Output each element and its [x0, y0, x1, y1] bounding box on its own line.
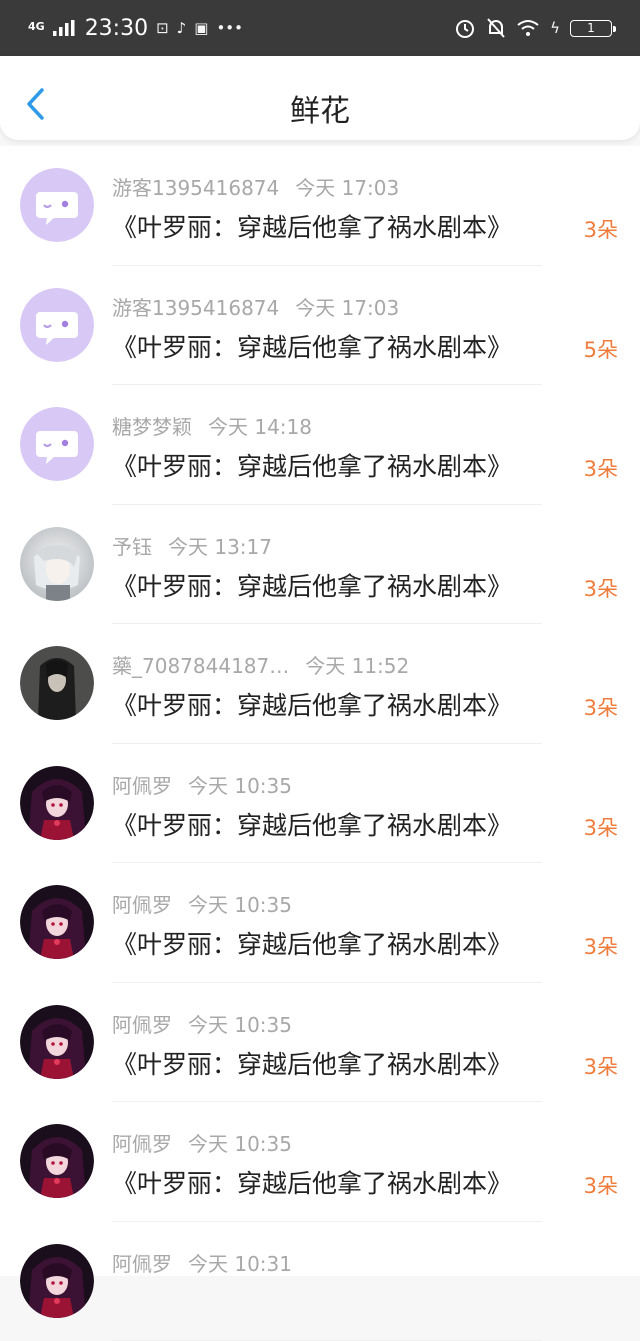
flower-count: 3朵	[584, 1170, 618, 1200]
flower-count: 3朵	[584, 214, 618, 244]
book-title: 《叶罗丽：穿越后他拿了祸水剧本》	[112, 208, 512, 244]
flower-count: 3朵	[584, 573, 618, 603]
flower-list: 游客1395416874今天 17:03《叶罗丽：穿越后他拿了祸水剧本》3朵游客…	[0, 146, 640, 1276]
flower-count: 3朵	[584, 453, 618, 483]
timestamp: 今天 13:17	[168, 531, 272, 560]
timestamp: 今天 11:52	[305, 650, 409, 679]
username: 阿佩罗	[112, 1128, 172, 1157]
username: 阿佩罗	[112, 770, 172, 799]
app-notification-icon: ⊡	[156, 19, 169, 37]
item-meta: 藥_7087844187… 今天 11:52	[112, 650, 409, 679]
header-bar: 鲜花	[0, 56, 640, 140]
avatar[interactable]	[20, 1005, 94, 1079]
flower-count: 3朵	[584, 692, 618, 722]
list-item[interactable]: 游客1395416874 今天 17:03 《叶罗丽：穿越后他拿了祸水剧本》 3朵	[0, 146, 640, 266]
book-title: 《叶罗丽：穿越后他拿了祸水剧本》	[112, 567, 512, 603]
book-title: 《叶罗丽：穿越后他拿了祸水剧本》	[112, 806, 512, 842]
page-title: 鲜花	[0, 86, 640, 130]
book-title: 《叶罗丽：穿越后他拿了祸水剧本》	[112, 1045, 512, 1081]
username: 藥_7087844187…	[112, 650, 289, 679]
list-item[interactable]: 阿佩罗今天 10:35 《叶罗丽：穿越后他拿了祸水剧本》 3朵	[0, 1102, 640, 1222]
music-notification-icon: ♪	[177, 19, 187, 37]
status-bar: 4G 23:30 ⊡ ♪ ▣ ••• ϟ 1	[0, 0, 640, 56]
username: 阿佩罗	[112, 1009, 172, 1038]
avatar[interactable]	[20, 1124, 94, 1198]
status-left: 4G 23:30 ⊡ ♪ ▣ •••	[28, 16, 243, 41]
list-item[interactable]: 予钰今天 13:17 《叶罗丽：穿越后他拿了祸水剧本》 3朵	[0, 505, 640, 625]
item-meta: 阿佩罗今天 10:35	[112, 1128, 292, 1157]
more-notifications-icon: •••	[216, 19, 243, 37]
username: 糖梦梦颖	[112, 411, 192, 440]
timestamp: 今天 10:35	[188, 1009, 292, 1038]
timestamp: 今天 10:35	[188, 1128, 292, 1157]
avatar[interactable]	[20, 646, 94, 720]
alarm-icon	[454, 17, 476, 39]
signal-icon	[53, 20, 75, 36]
book-title: 《叶罗丽：穿越后他拿了祸水剧本》	[112, 925, 512, 961]
item-meta: 游客1395416874 今天 17:03	[112, 292, 399, 321]
avatar[interactable]	[20, 288, 94, 362]
flower-count: 3朵	[584, 812, 618, 842]
book-title: 《叶罗丽：穿越后他拿了祸水剧本》	[112, 328, 512, 364]
item-meta: 阿佩罗今天 10:35	[112, 1009, 292, 1038]
list-item[interactable]: 阿佩罗今天 10:35 《叶罗丽：穿越后他拿了祸水剧本》 3朵	[0, 983, 640, 1103]
status-right: ϟ 1	[454, 17, 612, 39]
timestamp: 今天 14:18	[208, 411, 312, 440]
item-meta: 糖梦梦颖今天 14:18	[112, 411, 312, 440]
book-title: 《叶罗丽：穿越后他拿了祸水剧本》	[112, 686, 512, 722]
timestamp: 今天 10:35	[188, 889, 292, 918]
username: 阿佩罗	[112, 889, 172, 918]
timestamp: 今天 17:03	[295, 292, 399, 321]
timestamp: 今天 17:03	[295, 172, 399, 201]
avatar[interactable]	[20, 1244, 94, 1318]
charging-icon: ϟ	[550, 19, 560, 37]
list-item[interactable]: 阿佩罗今天 10:35 《叶罗丽：穿越后他拿了祸水剧本》 3朵	[0, 863, 640, 983]
book-title: 《叶罗丽：穿越后他拿了祸水剧本》	[112, 1164, 512, 1200]
item-meta: 游客1395416874 今天 17:03	[112, 172, 399, 201]
avatar[interactable]	[20, 766, 94, 840]
username: 予钰	[112, 531, 152, 560]
avatar[interactable]	[20, 885, 94, 959]
flower-count: 5朵	[584, 334, 618, 364]
mute-bell-icon	[486, 17, 506, 39]
flower-count: 3朵	[584, 1051, 618, 1081]
wifi-icon	[516, 19, 540, 37]
avatar[interactable]	[20, 527, 94, 601]
item-meta: 阿佩罗今天 10:35	[112, 889, 292, 918]
username: 阿佩罗	[112, 1248, 172, 1277]
list-item[interactable]: 游客1395416874 今天 17:03 《叶罗丽：穿越后他拿了祸水剧本》 5朵	[0, 266, 640, 386]
list-item[interactable]: 糖梦梦颖今天 14:18 《叶罗丽：穿越后他拿了祸水剧本》 3朵	[0, 385, 640, 505]
timestamp: 今天 10:35	[188, 770, 292, 799]
list-item[interactable]: 藥_7087844187… 今天 11:52 《叶罗丽：穿越后他拿了祸水剧本》 3朵	[0, 624, 640, 744]
battery-icon: 1	[570, 20, 612, 37]
avatar[interactable]	[20, 407, 94, 481]
battery-level: 1	[587, 21, 595, 35]
username: 游客1395416874	[112, 172, 279, 201]
network-indicator: 4G	[28, 21, 45, 32]
avatar[interactable]	[20, 168, 94, 242]
list-item[interactable]: 阿佩罗今天 10:35 《叶罗丽：穿越后他拿了祸水剧本》 3朵	[0, 744, 640, 864]
image-notification-icon: ▣	[194, 19, 208, 37]
flower-count: 3朵	[584, 931, 618, 961]
list-item[interactable]: 阿佩罗今天 10:31	[0, 1222, 640, 1341]
timestamp: 今天 10:31	[188, 1248, 292, 1277]
status-time: 23:30	[85, 16, 148, 41]
username: 游客1395416874	[112, 292, 279, 321]
item-meta: 予钰今天 13:17	[112, 531, 272, 560]
book-title: 《叶罗丽：穿越后他拿了祸水剧本》	[112, 447, 512, 483]
item-meta: 阿佩罗今天 10:35	[112, 770, 292, 799]
item-meta: 阿佩罗今天 10:31	[112, 1248, 292, 1277]
